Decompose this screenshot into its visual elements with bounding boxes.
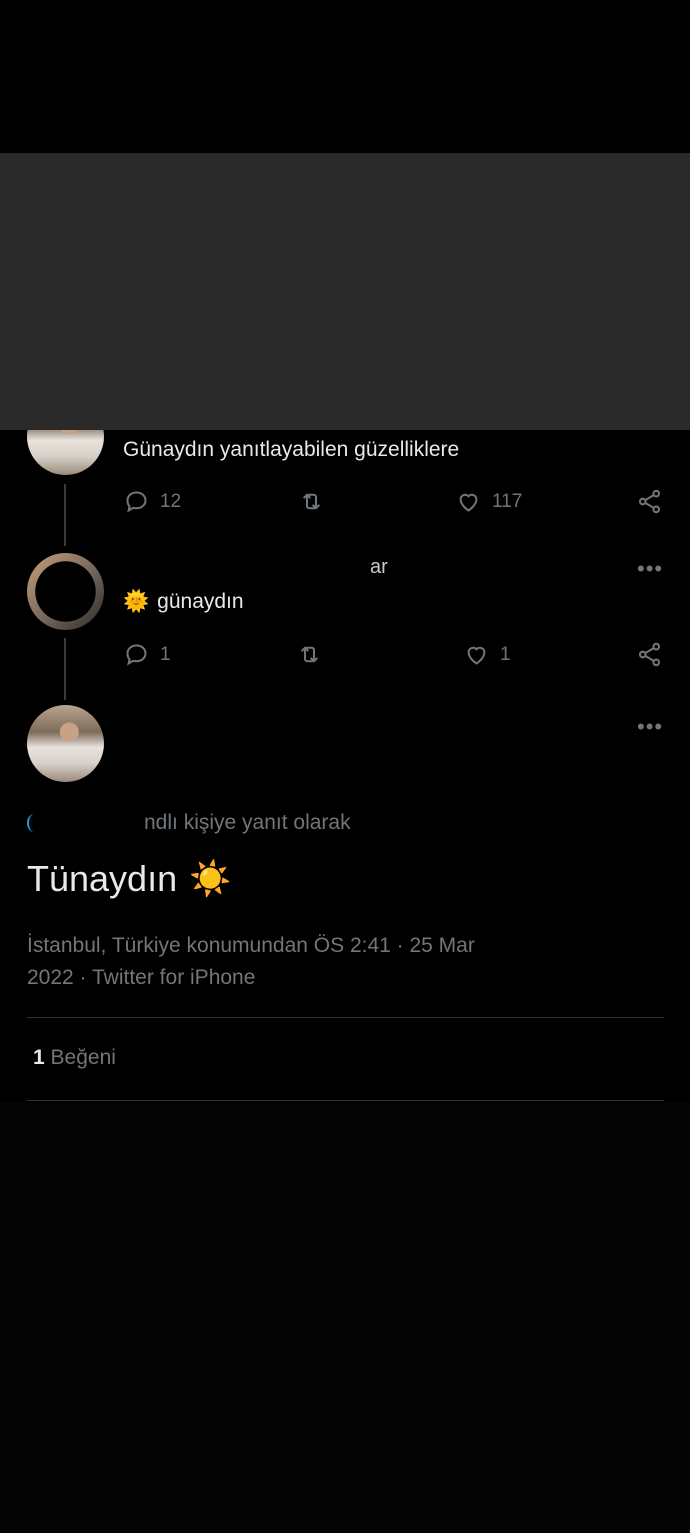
reply-count: 12 bbox=[160, 490, 182, 512]
like-count: 1 bbox=[500, 643, 511, 665]
main-tweet-text-row: Tünaydın ☀️ bbox=[27, 858, 231, 900]
thread-connector bbox=[64, 638, 66, 700]
share-icon bbox=[638, 489, 661, 514]
tweet-text: günaydın bbox=[157, 590, 244, 613]
more-options-button[interactable]: ••• bbox=[637, 556, 663, 582]
reply-count: 1 bbox=[160, 643, 171, 665]
redaction-overlay bbox=[0, 153, 690, 430]
header-fragment: ar bbox=[370, 556, 388, 578]
reply-context-text: ndlı kişiye yanıt olarak bbox=[144, 811, 351, 834]
sun-emoji: ☀️ bbox=[189, 860, 232, 898]
metadata-line-2: 2022 · Twitter for iPhone bbox=[27, 966, 256, 989]
reply-icon bbox=[126, 491, 147, 513]
loading-spinner-icon bbox=[27, 814, 41, 832]
tweet-text: Günaydın yanıtlayabilen güzelliklere bbox=[123, 438, 460, 461]
like-button[interactable]: 117 bbox=[455, 488, 522, 515]
share-button[interactable] bbox=[636, 641, 663, 668]
tweet-text-row: 🌞 günaydın bbox=[123, 590, 244, 614]
thread-connector bbox=[64, 484, 66, 546]
heart-icon bbox=[467, 646, 486, 665]
tweet-metadata: İstanbul, Türkiye konumundan ÖS 2:41 · 2… bbox=[27, 930, 475, 994]
retweet-button[interactable] bbox=[296, 641, 323, 668]
like-count: 117 bbox=[492, 490, 523, 512]
avatar[interactable] bbox=[27, 553, 104, 630]
reply-button[interactable]: 12 bbox=[123, 488, 181, 515]
avatar[interactable] bbox=[27, 705, 104, 782]
tweet-header: ar bbox=[123, 556, 388, 579]
share-icon bbox=[638, 642, 661, 667]
retweet-icon bbox=[302, 493, 321, 510]
reply-context: ndlı kişiye yanıt olarak bbox=[27, 811, 351, 835]
reply-icon bbox=[126, 644, 147, 666]
divider bbox=[27, 1017, 664, 1018]
sun-face-emoji: 🌞 bbox=[123, 590, 150, 613]
main-tweet-text: Tünaydın bbox=[27, 858, 178, 899]
share-button[interactable] bbox=[636, 488, 663, 515]
empty-area bbox=[0, 1103, 690, 1533]
more-options-button[interactable]: ••• bbox=[637, 714, 663, 740]
retweet-button[interactable] bbox=[298, 488, 325, 515]
likes-label: Beğeni bbox=[50, 1046, 116, 1069]
likes-summary[interactable]: 1 Beğeni bbox=[33, 1046, 116, 1070]
metadata-line-1: İstanbul, Türkiye konumundan ÖS 2:41 · 2… bbox=[27, 934, 475, 957]
like-button[interactable]: 1 bbox=[463, 641, 511, 668]
divider bbox=[27, 1100, 664, 1101]
heart-icon bbox=[459, 493, 478, 512]
reply-button[interactable]: 1 bbox=[123, 641, 171, 668]
retweet-icon bbox=[300, 646, 319, 663]
likes-count: 1 bbox=[33, 1046, 45, 1069]
